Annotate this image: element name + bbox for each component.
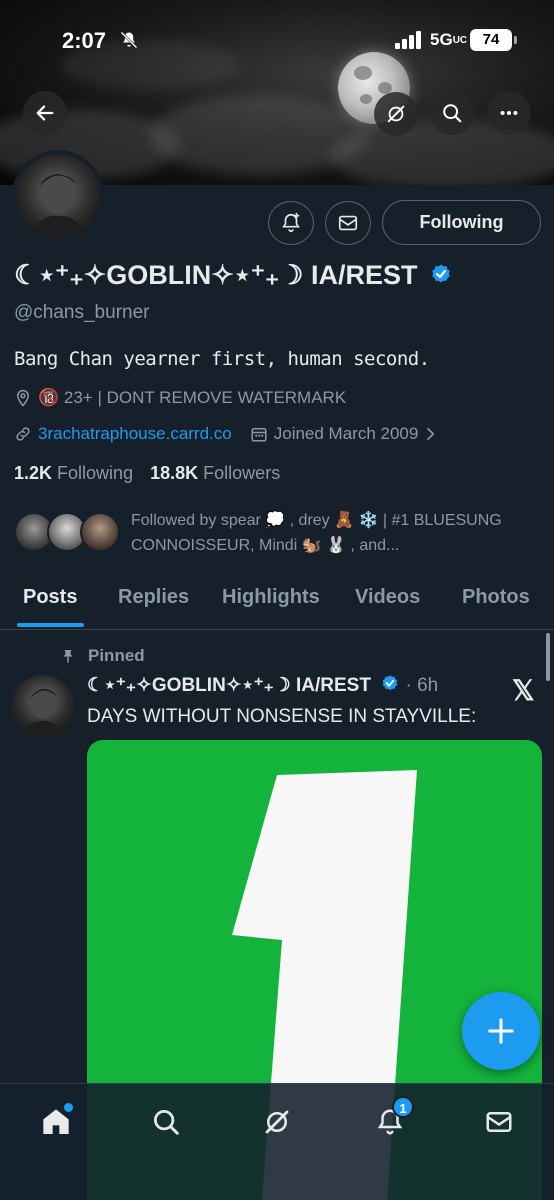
nav-search[interactable]	[146, 1102, 186, 1142]
verified-badge-icon	[432, 264, 450, 283]
search-icon	[443, 104, 462, 123]
profile-location-row: 🔞 23+ | DONT REMOVE WATERMARK	[14, 388, 346, 408]
nav-messages[interactable]	[479, 1102, 519, 1142]
location-pin-icon	[16, 389, 30, 407]
chevron-right-icon[interactable]	[424, 425, 438, 443]
profile-handle: @chans_burner	[14, 302, 150, 323]
following-count-link[interactable]: 1.2K Following	[14, 463, 133, 483]
active-tab-indicator	[17, 623, 84, 627]
follow-counts: 1.2K Following 18.8K Followers	[14, 463, 280, 484]
tab-posts[interactable]: Posts	[23, 586, 77, 609]
scrollbar[interactable]	[546, 633, 550, 681]
grok-icon	[265, 1110, 289, 1134]
post-author-name[interactable]: ☾⋆⁺₊✧GOBLIN✧⋆⁺₊☽ IA/REST	[87, 675, 371, 696]
more-button[interactable]	[487, 91, 531, 135]
post-text: DAYS WITHOUT NONSENSE IN STAYVILLE:	[87, 706, 477, 727]
post-author-avatar[interactable]	[12, 675, 74, 737]
status-bar: 2:07 5GUC 74	[0, 0, 554, 80]
post-time: · 6h	[405, 675, 439, 696]
nav-home[interactable]	[36, 1102, 76, 1142]
followed-by-row[interactable]: Followed by spear 💭 , drey 🧸 ❄️ | #1 BLU…	[14, 508, 544, 562]
nav-notifications[interactable]: 1	[370, 1096, 414, 1142]
home-notification-dot	[64, 1103, 73, 1112]
search-icon	[154, 1110, 179, 1135]
bell-plus-icon	[282, 212, 300, 233]
nav-grok[interactable]	[257, 1102, 297, 1142]
message-button[interactable]	[325, 201, 371, 245]
more-icon	[500, 110, 518, 116]
profile-name: ☾⋆⁺₊✧GOBLIN✧⋆⁺₊☽ IA/REST	[14, 260, 453, 291]
signal-icon	[395, 31, 421, 49]
plus-icon	[488, 1018, 514, 1044]
x-logo-icon[interactable]: 𝕏	[512, 674, 535, 707]
status-time: 2:07	[62, 28, 107, 53]
following-button[interactable]: Following	[382, 200, 541, 245]
bottom-navigation: 1	[0, 1083, 554, 1200]
profile-website-link[interactable]: 3rachatraphouse.carrd.co	[38, 424, 232, 444]
avatar-photo	[22, 689, 64, 737]
battery-indicator: 74	[470, 29, 517, 51]
post-header: ☾⋆⁺₊✧GOBLIN✧⋆⁺₊☽ IA/REST · 6h	[87, 674, 438, 697]
profile-location: 🔞 23+ | DONT REMOVE WATERMARK	[38, 388, 347, 407]
profile-joined: Joined March 2009	[273, 424, 419, 443]
tab-replies[interactable]: Replies	[118, 586, 189, 609]
follower-avatar	[80, 512, 120, 552]
back-arrow-icon	[36, 105, 54, 121]
followers-count-link[interactable]: 18.8K Followers	[150, 463, 280, 483]
profile-links-row: 3rachatraphouse.carrd.co Joined March 20…	[14, 424, 438, 444]
profile-avatar[interactable]	[12, 150, 104, 242]
notify-button[interactable]	[268, 201, 314, 245]
verified-badge-icon	[382, 675, 398, 691]
envelope-icon	[338, 215, 358, 231]
compose-post-button[interactable]	[462, 992, 540, 1070]
link-icon	[16, 427, 30, 441]
calendar-icon	[251, 428, 267, 442]
tab-highlights[interactable]: Highlights	[222, 586, 320, 609]
grok-button[interactable]	[374, 92, 418, 136]
tab-videos[interactable]: Videos	[355, 586, 420, 609]
avatar-photo	[30, 174, 86, 238]
pinned-label: Pinned	[58, 646, 145, 666]
back-button[interactable]	[23, 91, 67, 135]
messages-icon	[486, 1112, 512, 1132]
bell-off-icon	[120, 31, 138, 49]
notification-badge: 1	[392, 1096, 414, 1118]
followed-by-text: Followed by spear 💭 , drey 🧸 ❄️ | #1 BLU…	[131, 512, 502, 554]
network-type: 5GUC	[430, 30, 468, 49]
pin-icon	[63, 650, 73, 663]
profile-bio: Bang Chan yearner first, human second.	[14, 348, 430, 370]
profile-tabs: Posts Replies Highlights Videos Photos	[0, 578, 554, 630]
grok-icon	[387, 105, 405, 123]
search-button[interactable]	[430, 91, 474, 135]
tab-photos[interactable]: Photos	[462, 586, 530, 609]
